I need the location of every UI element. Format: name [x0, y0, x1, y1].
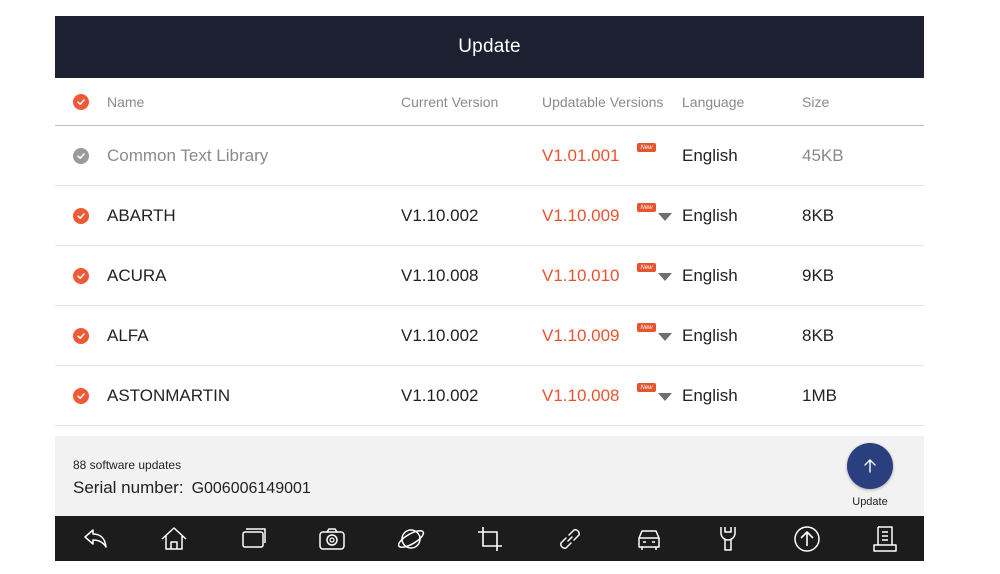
row-checkbox[interactable]: [73, 306, 93, 365]
upload-icon[interactable]: [789, 521, 825, 557]
device-screen: Update Name Current Version Updatable Ve…: [55, 16, 924, 561]
row-checkbox[interactable]: [73, 126, 93, 185]
new-badge: New: [637, 323, 656, 332]
table-header: Name Current Version Updatable Versions …: [55, 78, 924, 126]
row-name: ASTONMARTIN: [107, 385, 231, 405]
header-size: Size: [802, 93, 830, 110]
header-name: Name: [107, 93, 145, 110]
check-icon: [73, 387, 89, 404]
browser-icon[interactable]: [393, 521, 429, 557]
version-dropdown-icon[interactable]: [658, 333, 672, 341]
row-checkbox[interactable]: [73, 246, 93, 305]
footer-panel: 88 software updates Serial number: G00600…: [55, 436, 924, 516]
row-updatable-version: V1.10.008: [542, 385, 620, 405]
row-updatable-version: V1.10.009: [542, 325, 620, 345]
row-name: ALFA: [107, 325, 149, 345]
version-dropdown-icon[interactable]: [658, 213, 672, 221]
arrow-up-icon: [864, 459, 876, 473]
header-current-version: Current Version: [401, 93, 499, 110]
title-bar: Update: [55, 16, 924, 78]
row-size: 1MB: [802, 385, 837, 405]
select-all-checkbox[interactable]: [73, 78, 93, 125]
new-badge: New: [637, 383, 656, 392]
row-size: 8KB: [802, 205, 835, 225]
row-language: English: [682, 325, 738, 345]
row-updatable-version: V1.10.009: [542, 205, 620, 225]
wrench-icon[interactable]: [710, 521, 746, 557]
table-row[interactable]: Common Text Library V1.01.001 New Englis…: [55, 126, 924, 186]
recent-apps-icon[interactable]: [235, 521, 271, 557]
table-row[interactable]: ABARTH V1.10.002 V1.10.009 New English 8…: [55, 186, 924, 246]
new-badge: New: [637, 143, 656, 152]
row-checkbox[interactable]: [73, 186, 93, 245]
page-title: Update: [458, 36, 521, 57]
check-icon: [73, 93, 89, 110]
row-updatable-version: V1.01.001: [542, 145, 620, 165]
link-icon[interactable]: [552, 521, 588, 557]
row-size: 45KB: [802, 145, 844, 165]
serial-label: Serial number:: [73, 478, 184, 497]
row-name: Common Text Library: [107, 145, 269, 165]
serial-number: Serial number: G006006149001: [73, 478, 311, 498]
update-button[interactable]: [847, 443, 893, 489]
row-updatable-version: V1.10.010: [542, 265, 620, 285]
new-badge: New: [637, 263, 656, 272]
check-icon: [73, 147, 89, 164]
version-dropdown-icon[interactable]: [658, 273, 672, 281]
header-language: Language: [682, 93, 745, 110]
row-current-version: V1.10.008: [401, 265, 479, 285]
row-language: English: [682, 145, 738, 165]
crop-icon[interactable]: [472, 521, 508, 557]
report-icon[interactable]: [868, 521, 904, 557]
camera-icon[interactable]: [314, 521, 350, 557]
row-size: 9KB: [802, 265, 835, 285]
row-current-version: V1.10.002: [401, 385, 479, 405]
serial-value: G006006149001: [191, 480, 311, 497]
home-icon[interactable]: [156, 521, 192, 557]
update-count: 88 software updates: [73, 458, 182, 472]
update-table: Name Current Version Updatable Versions …: [55, 78, 924, 426]
table-row[interactable]: ACURA V1.10.008 V1.10.010 New English 9K…: [55, 246, 924, 306]
row-language: English: [682, 265, 738, 285]
row-name: ACURA: [107, 265, 167, 285]
row-current-version: V1.10.002: [401, 325, 479, 345]
header-updatable-versions: Updatable Versions: [542, 93, 664, 110]
row-checkbox[interactable]: [73, 366, 93, 425]
new-badge: New: [637, 203, 656, 212]
row-current-version: V1.10.002: [401, 205, 479, 225]
version-dropdown-icon[interactable]: [658, 393, 672, 401]
row-language: English: [682, 205, 738, 225]
row-name: ABARTH: [107, 205, 176, 225]
car-icon[interactable]: [631, 521, 667, 557]
check-icon: [73, 207, 89, 224]
back-icon[interactable]: [77, 521, 113, 557]
table-row[interactable]: ALFA V1.10.002 V1.10.009 New English 8KB: [55, 306, 924, 366]
check-icon: [73, 327, 89, 344]
row-size: 8KB: [802, 325, 835, 345]
update-button-label: Update: [852, 496, 888, 508]
row-language: English: [682, 385, 738, 405]
bottom-navbar: [55, 516, 924, 561]
check-icon: [73, 267, 89, 284]
table-row[interactable]: ASTONMARTIN V1.10.002 V1.10.008 New Engl…: [55, 366, 924, 426]
